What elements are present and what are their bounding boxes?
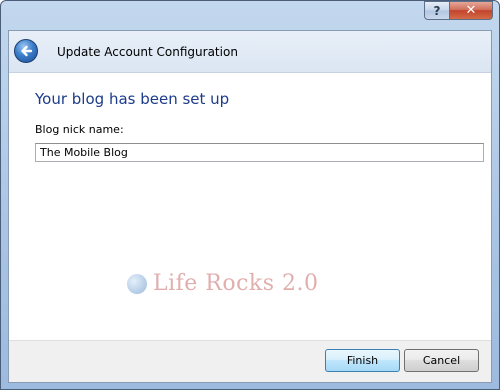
- globe-icon: [127, 273, 147, 294]
- dialog-title: Update Account Configuration: [57, 45, 238, 59]
- nickname-label: Blog nick name:: [35, 123, 124, 136]
- blog-nickname-input[interactable]: [35, 143, 484, 162]
- finish-button[interactable]: Finish: [325, 349, 400, 372]
- help-button[interactable]: ?: [424, 1, 450, 20]
- button-bar: Finish Cancel: [9, 340, 491, 382]
- page-heading: Your blog has been set up: [35, 90, 230, 108]
- dialog-window: ? ✕ Update Account Configuration Your bl…: [0, 0, 500, 390]
- back-button[interactable]: [14, 39, 38, 63]
- watermark-text: Life Rocks 2.0: [153, 271, 319, 296]
- dialog-content: Update Account Configuration Your blog h…: [8, 30, 492, 383]
- cancel-button[interactable]: Cancel: [404, 349, 479, 372]
- back-arrow-icon: [21, 45, 33, 57]
- close-button[interactable]: ✕: [450, 1, 493, 20]
- wizard-header: Update Account Configuration: [9, 31, 491, 73]
- watermark: Life Rocks 2.0: [127, 271, 319, 296]
- caption-buttons: ? ✕: [424, 1, 493, 20]
